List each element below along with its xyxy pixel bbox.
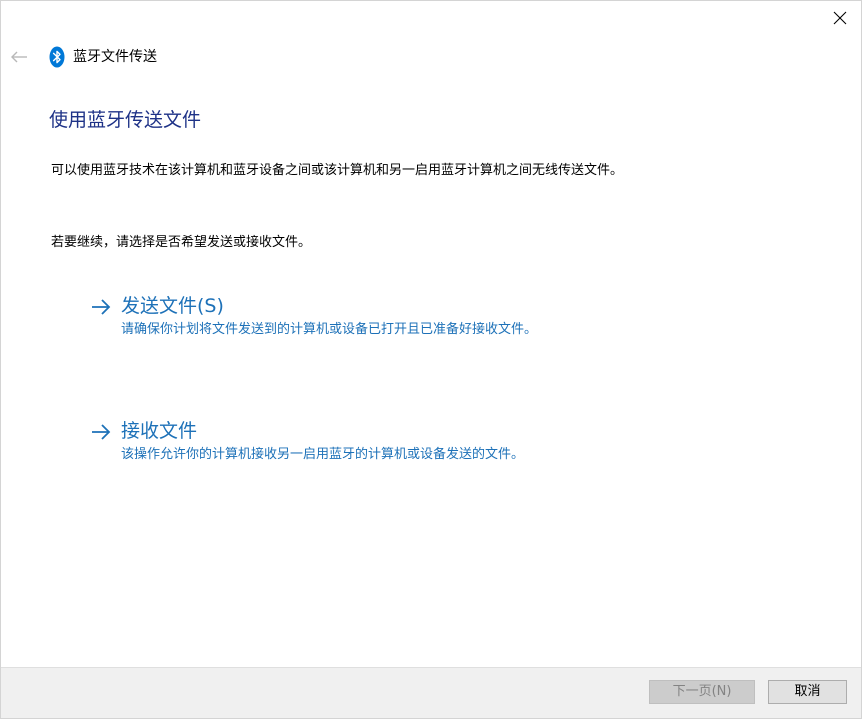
arrow-right-icon xyxy=(92,299,111,315)
back-arrow-icon xyxy=(11,51,27,63)
send-files-description: 请确保你计划将文件发送到的计算机或设备已打开且已准备好接收文件。 xyxy=(121,322,538,337)
arrow-right-icon xyxy=(92,424,111,440)
receive-files-description: 该操作允许你的计算机接收另一启用蓝牙的计算机或设备发送的文件。 xyxy=(121,447,525,462)
bluetooth-transfer-window: 蓝牙文件传送 使用蓝牙传送文件 可以使用蓝牙技术在该计算机和蓝牙设备之间或该计算… xyxy=(0,0,862,719)
description-text: 可以使用蓝牙技术在该计算机和蓝牙设备之间或该计算机和另一启用蓝牙计算机之间无线传… xyxy=(51,163,624,178)
back-button[interactable] xyxy=(7,47,31,67)
close-icon xyxy=(833,11,847,25)
cancel-button[interactable]: 取消 xyxy=(768,680,847,704)
instruction-text: 若要继续，请选择是否希望发送或接收文件。 xyxy=(51,235,312,250)
receive-files-title: 接收文件 xyxy=(121,420,198,442)
send-files-title: 发送文件(S) xyxy=(121,295,224,317)
next-button[interactable]: 下一页(N) xyxy=(649,680,755,704)
dialog-footer: 下一页(N) 取消 xyxy=(1,667,861,718)
window-title: 蓝牙文件传送 xyxy=(73,49,157,65)
bluetooth-icon xyxy=(49,46,65,68)
page-heading: 使用蓝牙传送文件 xyxy=(49,109,202,131)
close-button[interactable] xyxy=(819,1,861,35)
